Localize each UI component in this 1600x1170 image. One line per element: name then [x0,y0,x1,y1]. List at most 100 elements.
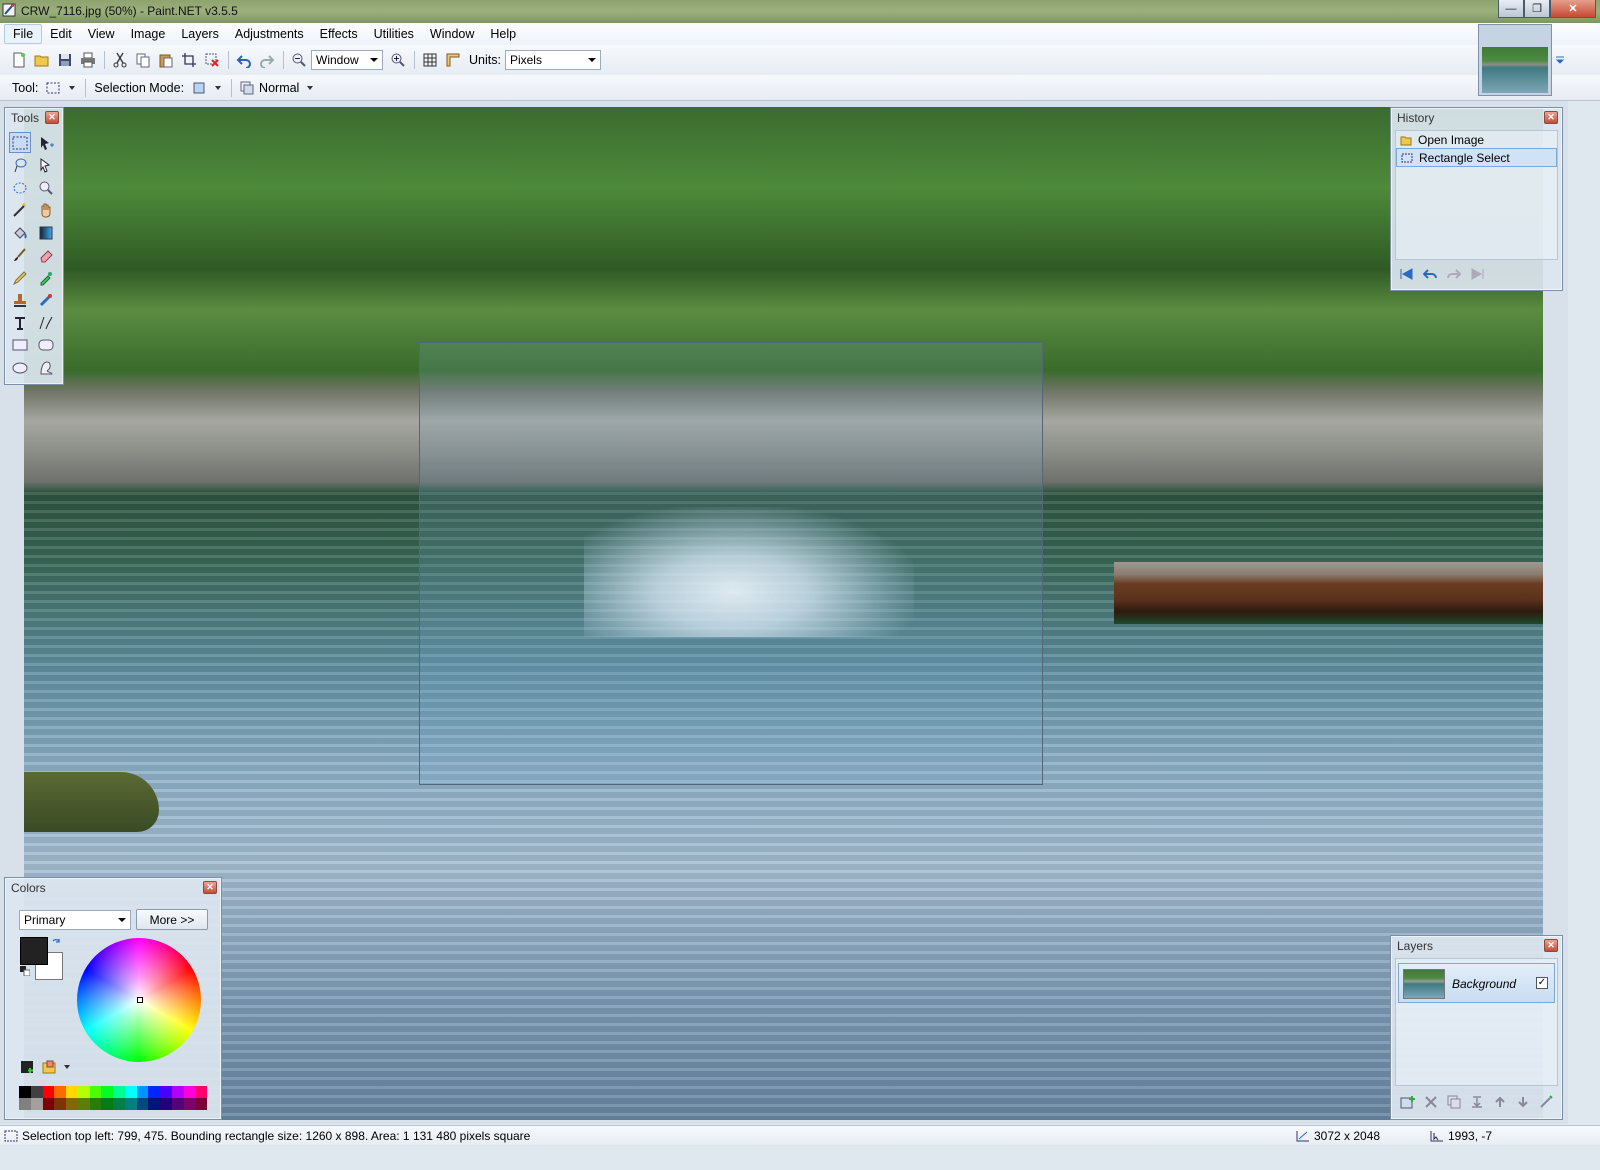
palette-swatch[interactable] [136,1098,149,1110]
maximize-button[interactable]: ❐ [1524,0,1550,18]
palette-swatch[interactable] [19,1098,31,1110]
layer-visibility-checkbox[interactable]: ✓ [1536,977,1548,989]
chevron-down-icon[interactable] [215,85,222,90]
history-item-open-image[interactable]: Open Image [1396,131,1557,148]
swap-colors-icon[interactable] [51,938,61,948]
palette-swatch[interactable] [19,1086,31,1098]
palette-swatch[interactable] [148,1098,160,1110]
zoom-combo[interactable]: Window [311,50,383,70]
rectangle-shape-icon[interactable] [9,335,31,356]
more-colors-button[interactable]: More >> [136,909,208,930]
deselect-icon[interactable] [201,49,223,71]
palette-swatch[interactable] [54,1098,66,1110]
menu-effects[interactable]: Effects [312,25,366,43]
freeform-shape-icon[interactable] [35,357,57,378]
palette-swatch[interactable] [124,1086,137,1098]
paintbrush-icon[interactable] [9,245,31,266]
close-button[interactable]: ✕ [1550,0,1596,18]
palette-swatch[interactable] [66,1086,78,1098]
chevron-down-icon[interactable] [307,85,314,90]
copy-icon[interactable] [132,49,154,71]
palette-swatch[interactable] [77,1098,90,1110]
selection-mode-replace-icon[interactable] [188,77,210,99]
zoom-in-icon[interactable] [387,49,409,71]
menu-window[interactable]: Window [422,25,482,43]
print-icon[interactable] [77,49,99,71]
layer-properties-icon[interactable] [1537,1094,1555,1110]
color-palette[interactable] [19,1086,207,1110]
primary-color-swatch[interactable] [20,937,48,965]
zoom-out-icon[interactable] [288,49,310,71]
palette-swatch[interactable] [171,1098,184,1110]
ellipse-select-icon[interactable] [9,177,31,198]
palette-swatch[interactable] [89,1098,102,1110]
redo-icon[interactable] [1445,266,1463,282]
magic-wand-icon[interactable] [9,200,31,221]
history-item-rectangle-select[interactable]: Rectangle Select [1396,148,1557,167]
paint-bucket-icon[interactable] [9,222,31,243]
fast-forward-to-end-icon[interactable] [1469,266,1487,282]
new-image-icon[interactable] [8,49,30,71]
color-picker-icon[interactable] [35,267,57,288]
menu-file[interactable]: File [4,24,43,44]
palette-swatch[interactable] [171,1086,184,1098]
palette-swatch[interactable] [195,1098,207,1110]
palette-swatch[interactable] [89,1086,102,1098]
undo-icon[interactable] [233,49,255,71]
menu-layers[interactable]: Layers [173,25,227,43]
palette-swatch[interactable] [195,1086,207,1098]
palette-swatch[interactable] [160,1098,172,1110]
history-window-title[interactable]: History ✕ [1391,108,1562,128]
blend-mode-value[interactable]: Normal [259,81,299,95]
move-layer-up-icon[interactable] [1491,1094,1509,1110]
colors-window-title[interactable]: Colors ✕ [5,878,221,898]
duplicate-layer-icon[interactable] [1445,1094,1463,1110]
grid-icon[interactable] [419,49,441,71]
palette-swatch[interactable] [30,1098,43,1110]
close-icon[interactable]: ✕ [1544,111,1558,124]
blend-mode-icon[interactable] [236,77,258,99]
zoom-tool-icon[interactable] [35,177,57,198]
cut-icon[interactable] [109,49,131,71]
undo-icon[interactable] [1421,266,1439,282]
redo-icon[interactable] [256,49,278,71]
palette-swatch[interactable] [113,1098,125,1110]
units-combo[interactable]: Pixels [504,50,601,70]
add-to-palette-icon[interactable] [20,1060,34,1074]
rectangle-selection[interactable] [419,342,1043,785]
palette-menu-icon[interactable] [42,1060,56,1074]
merge-layer-down-icon[interactable] [1468,1094,1486,1110]
palette-swatch[interactable] [30,1086,43,1098]
move-layer-down-icon[interactable] [1514,1094,1532,1110]
rectangle-select-icon[interactable] [9,132,31,153]
pencil-icon[interactable] [9,267,31,288]
recolor-icon[interactable] [35,290,57,311]
paste-icon[interactable] [155,49,177,71]
palette-swatch[interactable] [160,1086,172,1098]
menu-image[interactable]: Image [123,25,174,43]
delete-layer-icon[interactable] [1422,1094,1440,1110]
close-icon[interactable]: ✕ [45,111,59,124]
menu-utilities[interactable]: Utilities [366,25,422,43]
tabs-dropdown-icon[interactable] [1555,56,1565,64]
color-mode-combo[interactable]: Primary [19,910,131,930]
palette-swatch[interactable] [101,1098,113,1110]
palette-swatch[interactable] [113,1086,125,1098]
add-layer-icon[interactable] [1399,1094,1417,1110]
palette-swatch[interactable] [148,1086,160,1098]
ellipse-shape-icon[interactable] [9,357,31,378]
palette-swatch[interactable] [66,1098,78,1110]
crop-to-selection-icon[interactable] [178,49,200,71]
chevron-down-icon[interactable] [69,85,76,90]
line-curve-icon[interactable] [35,312,57,333]
menu-help[interactable]: Help [482,25,524,43]
rounded-rectangle-icon[interactable] [35,335,57,356]
move-selected-pixels-icon[interactable] [35,132,57,153]
tools-window-title[interactable]: Tools ✕ [5,108,63,128]
close-icon[interactable]: ✕ [1544,939,1558,952]
lasso-select-icon[interactable] [9,155,31,176]
image-tab-thumbnail[interactable] [1478,24,1552,96]
palette-swatch[interactable] [124,1098,137,1110]
palette-swatch[interactable] [54,1086,66,1098]
color-wheel[interactable] [77,938,201,1062]
